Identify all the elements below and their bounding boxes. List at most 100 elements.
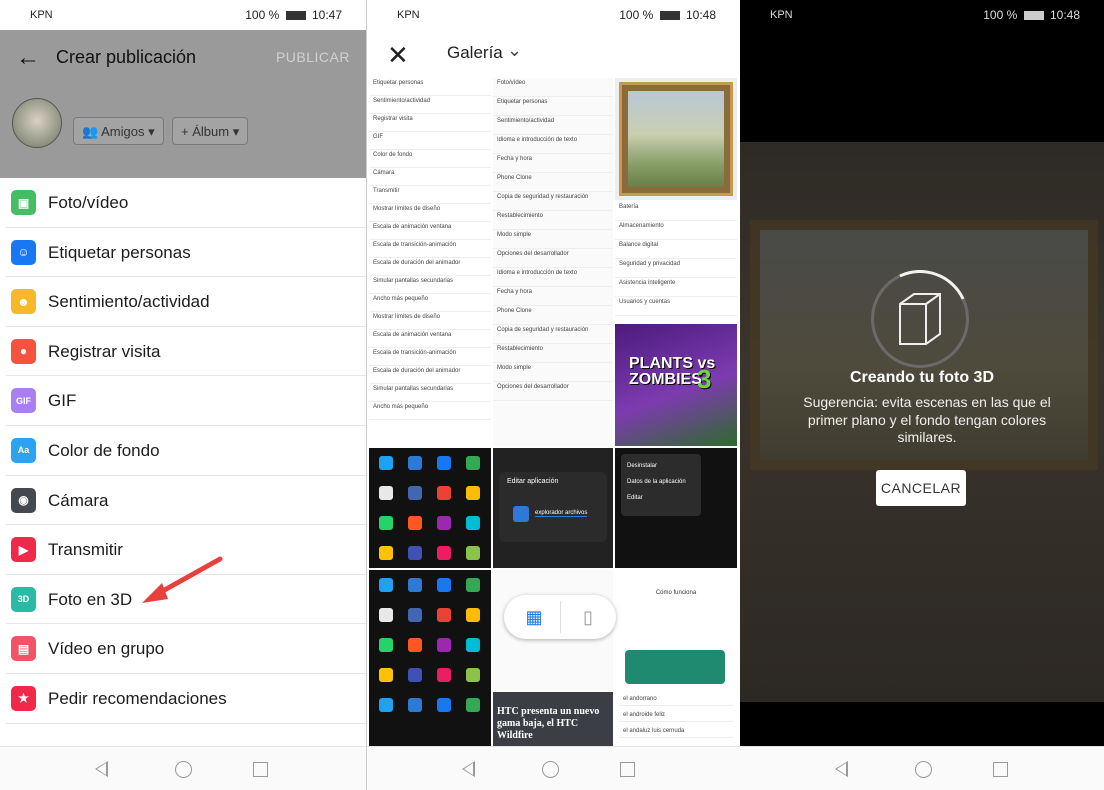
gallery-thumb-htc[interactable]: HTC presenta un nuevo gama baja, el HTC … [493, 692, 613, 746]
publish-button[interactable]: PUBLICAR [276, 49, 350, 65]
clock: 10:47 [311, 8, 342, 22]
phone-gallery: KPN 100 % 10:48 ✕ Galería ⌄ Etiquetar pe… [366, 0, 740, 790]
settings-row: Color de fondo [369, 150, 491, 168]
nav-home-icon[interactable] [175, 761, 192, 778]
menu-item[interactable]: ☺ Etiquetar personas [6, 228, 366, 278]
clock: 10:48 [685, 8, 716, 22]
edit-app-dialog: Editar aplicación explorador archivos [499, 472, 607, 542]
back-arrow-icon[interactable]: ← [16, 44, 40, 72]
app-icon [408, 698, 422, 712]
gallery-thumb-context-menu[interactable]: Desinstalar Datos de la aplicación Editar [615, 448, 737, 568]
menu-item-label: Sentimiento/actividad [48, 292, 210, 312]
gallery-thumb-pvz[interactable]: PLANTS vs ZOMBIES 3 [615, 324, 737, 446]
status-bar: KPN 100 % 10:47 [0, 0, 366, 30]
creating-title: Creando tu foto 3D [850, 369, 994, 386]
close-icon[interactable]: ✕ [387, 40, 409, 71]
gallery-thumb-painting[interactable] [615, 78, 737, 200]
app-icon [466, 456, 480, 470]
settings-row: Opciones del desarrollador [493, 249, 613, 268]
menu-item-label: Cámara [48, 490, 109, 510]
nav-home-icon[interactable] [542, 761, 559, 778]
app-icon [466, 638, 480, 652]
nav-back-icon[interactable] [835, 761, 848, 777]
gallery-thumb-settings-3[interactable]: Batería Almacenamiento Balance digital Segu… [615, 202, 737, 322]
suggestion-text: Sugerencia: evita escenas en las que el … [803, 394, 1051, 445]
app-icon [408, 486, 422, 500]
post-options-sheet: ▣ Foto/vídeo ☺ Etiquetar personas ☻ Sentimien… [0, 178, 366, 746]
app-icon [466, 486, 480, 500]
3d-photo-icon: 3D [11, 586, 36, 612]
cancel-button[interactable]: CANCELAR [876, 470, 966, 506]
settings-row: Mostrar límites de diseño [369, 204, 491, 222]
gallery-thumb-settings-2[interactable]: Foto/vídeo Etiquetar personas Sentimiento/… [493, 78, 613, 446]
gallery-thumb-whatsapp[interactable]: Cómo funciona el andorrano el androide fe… [615, 570, 737, 746]
menu-item[interactable]: ▤ Vídeo en grupo [6, 624, 366, 674]
app-icon [437, 668, 451, 682]
create-post-header: ← Crear publicación PUBLICAR [0, 30, 366, 84]
nav-back-icon[interactable] [95, 761, 108, 777]
gallery-thumb-edit-app[interactable]: Editar aplicación explorador archivos [493, 448, 613, 568]
settings-row: Foto/vídeo [493, 78, 613, 97]
settings-row: Seguridad y privacidad [615, 259, 737, 278]
app-icon [379, 546, 393, 560]
context-menu: Desinstalar Datos de la aplicación Editar [621, 454, 701, 516]
menu-item-label: Etiquetar personas [48, 242, 191, 262]
settings-row: Escala de animación ventana [369, 330, 491, 348]
gallery-thumb-apps-1[interactable] [369, 448, 491, 568]
recommendations-icon: ★ [11, 685, 36, 711]
menu-item-label: Vídeo en grupo [48, 639, 165, 659]
nav-recents-icon[interactable] [993, 762, 1008, 777]
settings-row: Phone Clone [493, 306, 613, 325]
settings-row: Restablecimiento [493, 344, 613, 363]
app-icon [408, 668, 422, 682]
android-nav-bar [740, 746, 1104, 790]
chevron-down-icon[interactable]: ⌄ [507, 40, 522, 61]
battery-icon [1023, 11, 1044, 21]
app-icon [466, 608, 480, 622]
menu-item[interactable]: GIF GIF [6, 376, 366, 426]
app-icon [379, 578, 393, 592]
gallery-title[interactable]: Galería [447, 43, 503, 63]
nav-home-icon[interactable] [915, 761, 932, 778]
nav-recents-icon[interactable] [620, 762, 635, 777]
nav-recents-icon[interactable] [253, 762, 268, 777]
nav-back-icon[interactable] [462, 761, 475, 777]
settings-row: Ancho más pequeño [369, 402, 491, 420]
whatsapp-preview [625, 650, 725, 684]
phone-create-post: KPN 100 % 10:47 ← Crear publicación PUBL… [0, 0, 366, 790]
menu-item[interactable]: ◉ Cámara [6, 476, 366, 526]
edit-app-field: explorador archivos [535, 510, 588, 517]
battery-percent: 100 % [245, 8, 280, 22]
grid-icon: ▦ [525, 606, 543, 627]
edit-app-title: Editar aplicación [507, 478, 559, 485]
gallery-thumb-apps-2[interactable] [369, 570, 491, 746]
menu-item[interactable]: ★ Pedir recomendaciones [6, 674, 366, 724]
settings-row: Mostrar límites de diseño [369, 312, 491, 330]
location-pin-icon: ● [11, 338, 36, 364]
android-nav-bar [367, 746, 740, 790]
single-view-button[interactable]: ▯ [562, 599, 614, 635]
settings-row: Fecha y hora [493, 154, 613, 173]
settings-row: Cámara [369, 168, 491, 186]
menu-item-label: Registrar visita [48, 341, 161, 361]
watch-party-icon: ▤ [11, 636, 36, 662]
menu-item[interactable]: ● Registrar visita [6, 327, 366, 377]
album-button[interactable]: + Álbum ▾ [172, 117, 249, 145]
menu-item[interactable]: Aa Color de fondo [6, 426, 366, 476]
settings-row: Simular pantallas secundarias [369, 384, 491, 402]
gallery-thumb-settings-1[interactable]: Etiquetar personas Sentimiento/actividad R… [369, 78, 491, 446]
grid-view-button[interactable]: ▦ [508, 599, 560, 635]
context-menu-item: Editar [627, 495, 643, 501]
whatsapp-list-item: el andaluz luis cernuda [619, 726, 733, 739]
app-icon [437, 516, 451, 530]
audience-friends-button[interactable]: 👥 Amigos ▾ [73, 117, 164, 145]
tag-people-icon: ☺ [11, 239, 36, 265]
menu-item[interactable]: ☻ Sentimiento/actividad [6, 277, 366, 327]
menu-item[interactable]: ▣ Foto/vídeo [6, 178, 366, 228]
app-icon [437, 698, 451, 712]
pvz-title: PLANTS vs ZOMBIES [629, 355, 716, 388]
settings-row: Usuarios y cuentas [615, 297, 737, 316]
settings-row: Modo simple [493, 230, 613, 249]
gallery-grid: Etiquetar personas Sentimiento/actividad R… [369, 78, 740, 746]
settings-row: Almacenamiento [615, 221, 737, 240]
